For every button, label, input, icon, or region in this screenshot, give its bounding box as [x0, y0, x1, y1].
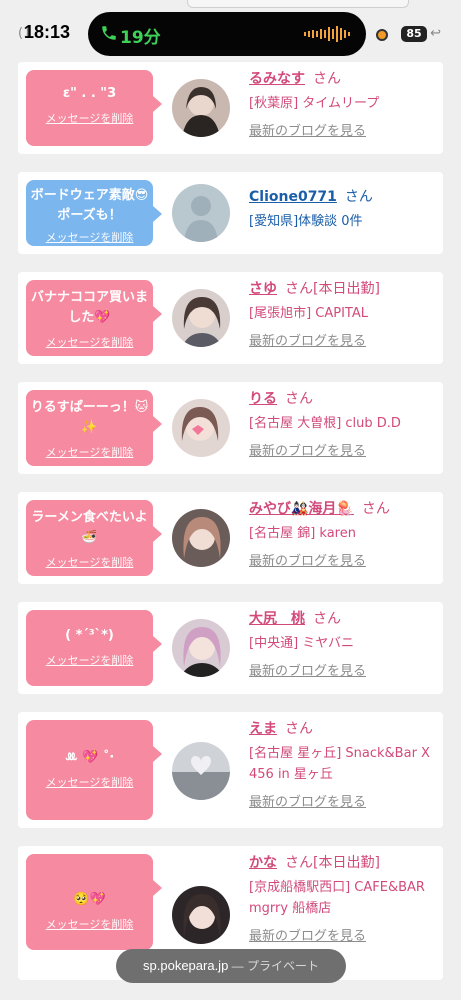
list-item: りるすぱーーっ！🐱✨ メッセージを削除 りる さん [名古屋 大曽根] club …: [18, 382, 443, 474]
girl-name-link[interactable]: えま: [249, 721, 277, 737]
latest-blog-link[interactable]: 最新のブログを見る: [249, 791, 439, 810]
girl-name-link[interactable]: るみなす: [249, 71, 305, 87]
message-text: バナナココア買いました💖: [30, 290, 148, 325]
message-bubble: ε" . . "3 メッセージを削除: [26, 70, 162, 146]
girl-name-link[interactable]: さゆ: [249, 281, 277, 297]
shop-info: [名古屋 錦] karen: [249, 526, 356, 541]
honorific: さん: [313, 611, 341, 627]
message-bubble: ボードウェア素敵😎ポーズも！ メッセージを削除: [26, 180, 162, 246]
phone-icon: [102, 26, 116, 40]
delete-message-link[interactable]: メッセージを削除: [26, 229, 153, 245]
list-item: ε" . . "3 メッセージを削除 るみなす さん [秋葉原] タイムリープ 最…: [18, 62, 443, 154]
message-bubble: バナナココア買いました💖 メッセージを削除: [26, 280, 162, 356]
girl-info: Clione0771 さん [愛知県]体験談 0件: [249, 186, 439, 232]
shop-info: [京成船橋駅西口] CAFE&BAR mgrry 船橋店: [249, 880, 425, 916]
latest-blog-link[interactable]: 最新のブログを見る: [249, 440, 439, 459]
honorific: さん: [285, 391, 313, 407]
message-text: ( *´³`*): [65, 628, 114, 643]
delete-message-link[interactable]: メッセージを削除: [26, 774, 153, 790]
url-bar[interactable]: sp.pokepara.jp — プライベート: [116, 949, 346, 983]
message-bubble: ꔛ 💖 ˚‧ メッセージを削除: [26, 720, 162, 820]
message-bubble: りるすぱーーっ！🐱✨ メッセージを削除: [26, 390, 162, 466]
avatar[interactable]: [172, 619, 230, 677]
honorific: さん: [285, 721, 313, 737]
latest-blog-link[interactable]: 最新のブログを見る: [249, 330, 439, 349]
honorific: さん: [361, 501, 390, 517]
latest-blog-link[interactable]: 最新のブログを見る: [249, 120, 439, 139]
clock: 18:13: [24, 22, 71, 42]
girl-info: りる さん [名古屋 大曽根] club D.D 最新のブログを見る: [249, 388, 439, 459]
list-item: ラーメン食べたいよ🍜 メッセージを削除 みやび🎎海月🪼 さん [名古屋 錦] ka…: [18, 492, 443, 584]
list-item: ( *´³`*) メッセージを削除 大尻 桃さん [中央通] ミヤバニ 最新のブ…: [18, 602, 443, 694]
message-bubble: ラーメン食べたいよ🍜 メッセージを削除: [26, 500, 162, 576]
message-bubble: 🥺💖 メッセージを削除: [26, 854, 162, 950]
shop-info: [名古屋 大曽根] club D.D: [249, 416, 401, 431]
delete-message-link[interactable]: メッセージを削除: [26, 652, 153, 668]
avatar[interactable]: [172, 509, 230, 567]
message-text: ラーメン食べたいよ🍜: [31, 510, 148, 545]
delete-message-link[interactable]: メッセージを削除: [26, 110, 153, 126]
honorific: さん: [313, 71, 341, 87]
avatar[interactable]: [172, 886, 230, 944]
recording-indicator-icon: [376, 29, 388, 41]
girl-info: るみなす さん [秋葉原] タイムリープ 最新のブログを見る: [249, 68, 439, 139]
girl-name-link[interactable]: りる: [249, 391, 277, 407]
list-item: ꔛ 💖 ˚‧ メッセージを削除 えま さん [名古屋 星ヶ丘] Snack&Bar…: [18, 712, 443, 828]
message-text: りるすぱーーっ！🐱✨: [30, 400, 149, 435]
battery-level: 85: [401, 26, 427, 42]
girl-info: 大尻 桃さん [中央通] ミヤバニ 最新のブログを見る: [249, 608, 439, 679]
latest-blog-link[interactable]: 最新のブログを見る: [249, 925, 439, 944]
message-text: ꔛ 💖 ˚‧: [64, 750, 115, 765]
shop-info: [中央通] ミヤバニ: [249, 636, 355, 651]
message-text: 🥺💖: [73, 892, 106, 907]
honorific: さん[本日出勤]: [285, 281, 380, 297]
avatar[interactable]: [172, 742, 230, 800]
honorific: さん[本日出勤]: [285, 855, 380, 871]
honorific: さん: [344, 189, 373, 205]
latest-blog-link[interactable]: 最新のブログを見る: [249, 550, 439, 569]
delete-message-link[interactable]: メッセージを削除: [26, 916, 153, 932]
dynamic-island-call[interactable]: 19分: [88, 12, 366, 56]
girl-info: みやび🎎海月🪼 さん [名古屋 錦] karen 最新のブログを見る: [249, 498, 439, 569]
shop-info: [尾張旭市] CAPITAL: [249, 306, 368, 321]
list-item: ボードウェア素敵😎ポーズも！ メッセージを削除 Clione0771 さん [愛知…: [18, 172, 443, 254]
call-duration: 19分: [120, 28, 161, 48]
url-separator: —: [228, 959, 247, 973]
status-bar: (1 ↩ 18:13 19分 85: [0, 0, 461, 56]
list-item: バナナココア買いました💖 メッセージを削除 さゆ さん[本日出勤] [尾張旭市] …: [18, 272, 443, 364]
girl-name-link[interactable]: みやび🎎海月🪼: [249, 501, 354, 517]
private-mode-label: プライベート: [246, 959, 319, 973]
avatar-no-photo[interactable]: [172, 184, 230, 242]
delete-message-link[interactable]: メッセージを削除: [26, 554, 153, 570]
user-name-link[interactable]: Clione0771: [249, 189, 337, 205]
girl-name-link[interactable]: 大尻 桃: [249, 611, 305, 627]
latest-blog-link[interactable]: 最新のブログを見る: [249, 660, 439, 679]
obscured-header-icon: ↩: [430, 26, 441, 41]
message-text: ボードウェア素敵😎ポーズも！: [30, 188, 149, 223]
girl-info: さゆ さん[本日出勤] [尾張旭市] CAPITAL 最新のブログを見る: [249, 278, 439, 349]
page-top-edge: [187, 0, 409, 8]
audio-waveform-icon: [304, 26, 350, 42]
avatar[interactable]: [172, 289, 230, 347]
delete-message-link[interactable]: メッセージを削除: [26, 334, 153, 350]
girl-name-link[interactable]: かな: [249, 855, 277, 871]
avatar[interactable]: [172, 79, 230, 137]
girl-info: かな さん[本日出勤] [京成船橋駅西口] CAFE&BAR mgrry 船橋店 …: [249, 852, 439, 944]
shop-info: [秋葉原] タイムリープ: [249, 96, 380, 111]
message-text: ε" . . "3: [62, 86, 117, 101]
shop-info: [名古屋 星ヶ丘] Snack&Bar X 456 in 星ヶ丘: [249, 746, 430, 782]
girl-info: えま さん [名古屋 星ヶ丘] Snack&Bar X 456 in 星ヶ丘 最新…: [249, 718, 439, 810]
url-host: sp.pokepara.jp: [143, 958, 229, 973]
shop-info: [愛知県]体験談 0件: [249, 214, 363, 229]
delete-message-link[interactable]: メッセージを削除: [26, 444, 153, 460]
avatar[interactable]: [172, 399, 230, 457]
message-bubble: ( *´³`*) メッセージを削除: [26, 610, 162, 686]
